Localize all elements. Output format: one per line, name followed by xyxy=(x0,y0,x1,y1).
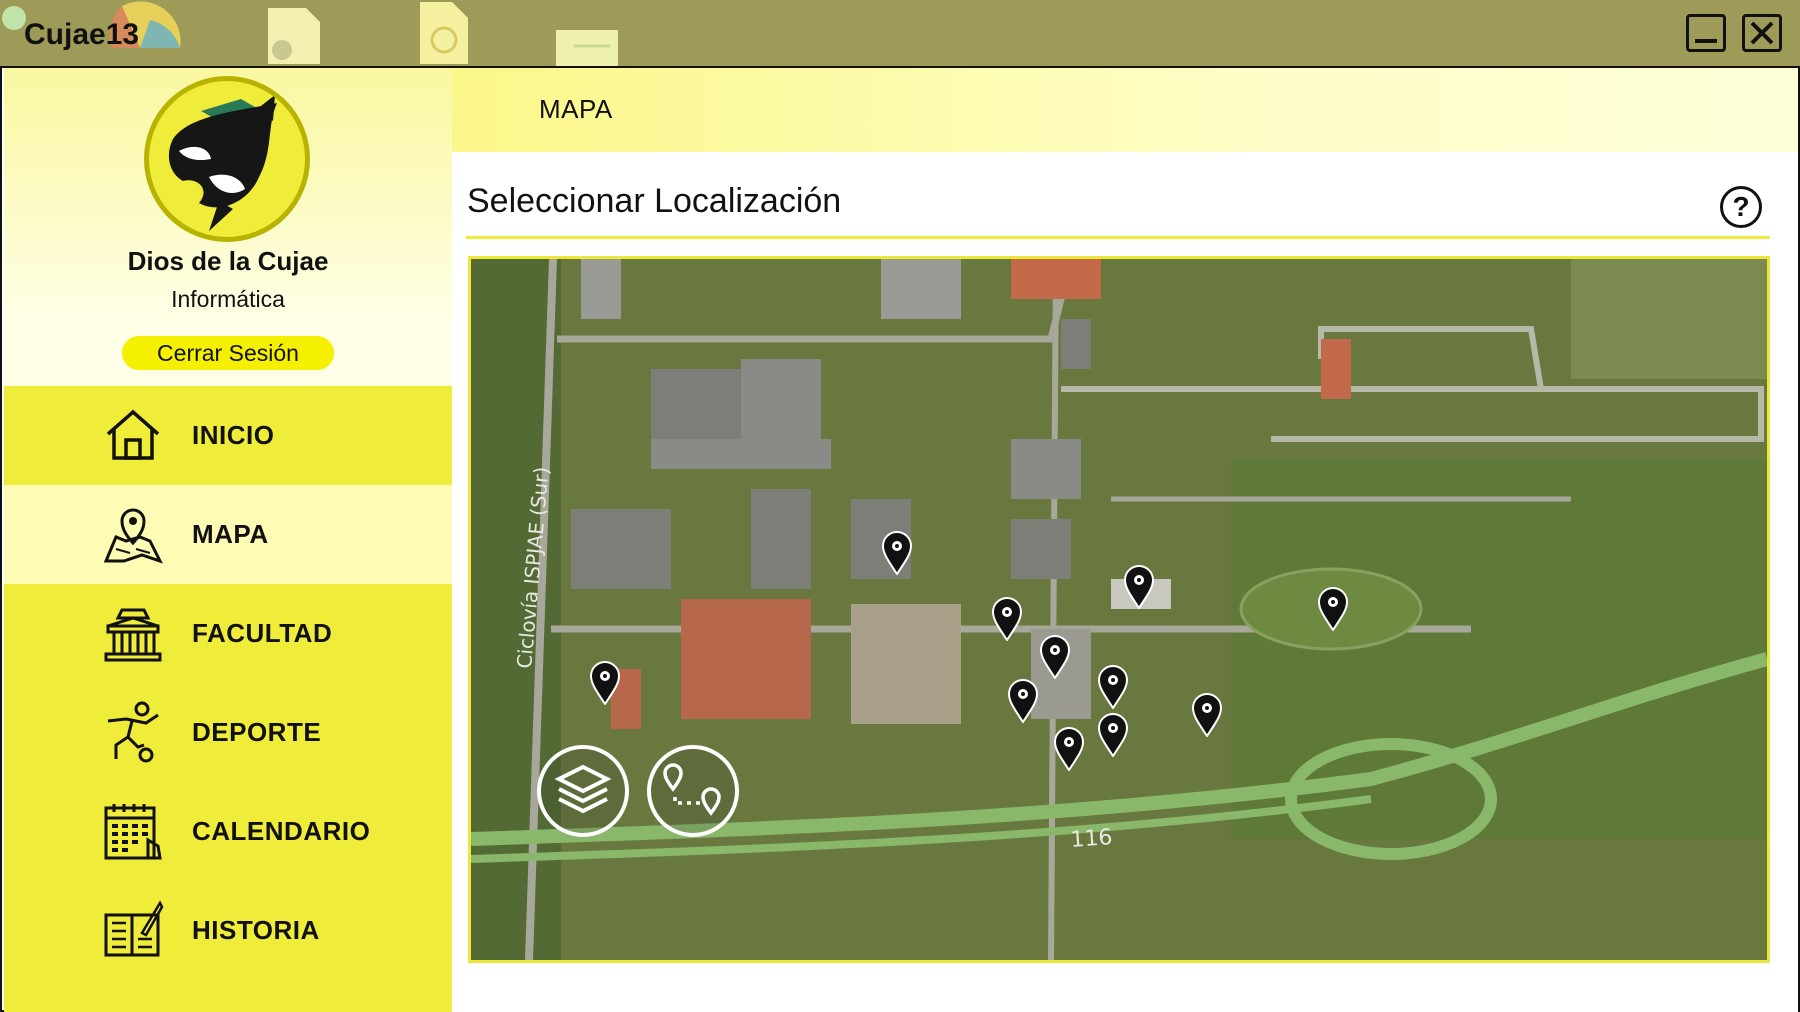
building-icon xyxy=(104,608,162,662)
location-pin-icon[interactable] xyxy=(1039,635,1071,679)
location-pin-icon[interactable] xyxy=(1007,679,1039,723)
location-pin-icon[interactable] xyxy=(1317,587,1349,631)
profile-panel: Dios de la Cujae Informática Cerrar Sesi… xyxy=(4,68,452,386)
location-pin-icon[interactable] xyxy=(589,661,621,705)
location-pin-icon[interactable] xyxy=(881,531,913,575)
menu-label-mapa: MAPA xyxy=(192,519,269,549)
menu-item-deporte[interactable]: DEPORTE xyxy=(4,683,452,782)
main-header: MAPA xyxy=(452,68,1798,152)
menu-label-calendario: CALENDARIO xyxy=(192,816,371,846)
location-pin-icon[interactable] xyxy=(1123,565,1155,609)
location-pin-icon[interactable] xyxy=(1191,693,1223,737)
app-title: Cujae13 xyxy=(24,18,140,51)
menu-item-historia[interactable]: HISTORIA xyxy=(4,881,452,980)
section-divider xyxy=(466,236,1770,239)
layers-button[interactable] xyxy=(537,745,629,837)
menu-label-deporte: DEPORTE xyxy=(192,717,322,747)
menu-item-mapa[interactable]: MAPA xyxy=(4,485,452,584)
map-icon xyxy=(103,508,163,564)
map-view[interactable]: Ciclovía ISPJAE (Sur) 116 xyxy=(468,256,1770,963)
soccer-icon xyxy=(107,701,159,763)
avatar xyxy=(144,76,310,242)
user-name: Dios de la Cujae xyxy=(127,246,329,276)
section-title: Seleccionar Localización xyxy=(467,182,842,220)
help-button[interactable]: ? xyxy=(1720,186,1762,228)
home-icon xyxy=(106,409,160,460)
menu-label-historia: HISTORIA xyxy=(192,915,320,945)
route-icon xyxy=(663,763,721,816)
user-department: Informática xyxy=(171,286,285,312)
location-pin-icon[interactable] xyxy=(1097,713,1129,757)
menu-item-calendario[interactable]: CALENDARIO xyxy=(4,782,452,881)
settings-doc-icon xyxy=(268,8,320,64)
calendar-icon xyxy=(104,804,162,860)
menu-label-facultad: FACULTAD xyxy=(192,618,333,648)
doc-icon xyxy=(420,2,468,64)
header-title: MAPA xyxy=(539,94,613,124)
app-window: Dios de la Cujae Informática Cerrar Sesi… xyxy=(0,66,1800,1012)
sidebar: Dios de la Cujae Informática Cerrar Sesi… xyxy=(4,68,452,1012)
layers-icon xyxy=(554,764,612,814)
title-bar: Cujae13 xyxy=(0,0,1800,66)
close-button[interactable] xyxy=(1742,14,1782,52)
minimize-button[interactable] xyxy=(1686,14,1726,52)
location-pin-icon[interactable] xyxy=(991,597,1023,641)
route-button[interactable] xyxy=(647,745,739,837)
location-pin-icon[interactable] xyxy=(1053,727,1085,771)
logout-button[interactable]: Cerrar Sesión xyxy=(122,336,334,370)
book-icon xyxy=(104,900,164,957)
close-icon xyxy=(1750,21,1774,45)
main-menu: INICIO MAPA FACULTAD DEPORTE CALENDARIO … xyxy=(4,386,452,980)
menu-item-facultad[interactable]: FACULTAD xyxy=(4,584,452,683)
menu-item-inicio[interactable]: INICIO xyxy=(4,386,452,485)
main-content: MAPA Seleccionar Localización ? Ciclovía… xyxy=(452,68,1798,1012)
orca-avatar-icon xyxy=(168,95,277,231)
doc-icon-2 xyxy=(556,30,618,66)
menu-label-inicio: INICIO xyxy=(192,420,275,450)
location-pin-icon[interactable] xyxy=(1097,665,1129,709)
road-number-label: 116 xyxy=(1070,825,1114,853)
minimize-icon xyxy=(1695,39,1717,43)
satellite-map: Ciclovía ISPJAE (Sur) 116 xyxy=(471,259,1767,960)
